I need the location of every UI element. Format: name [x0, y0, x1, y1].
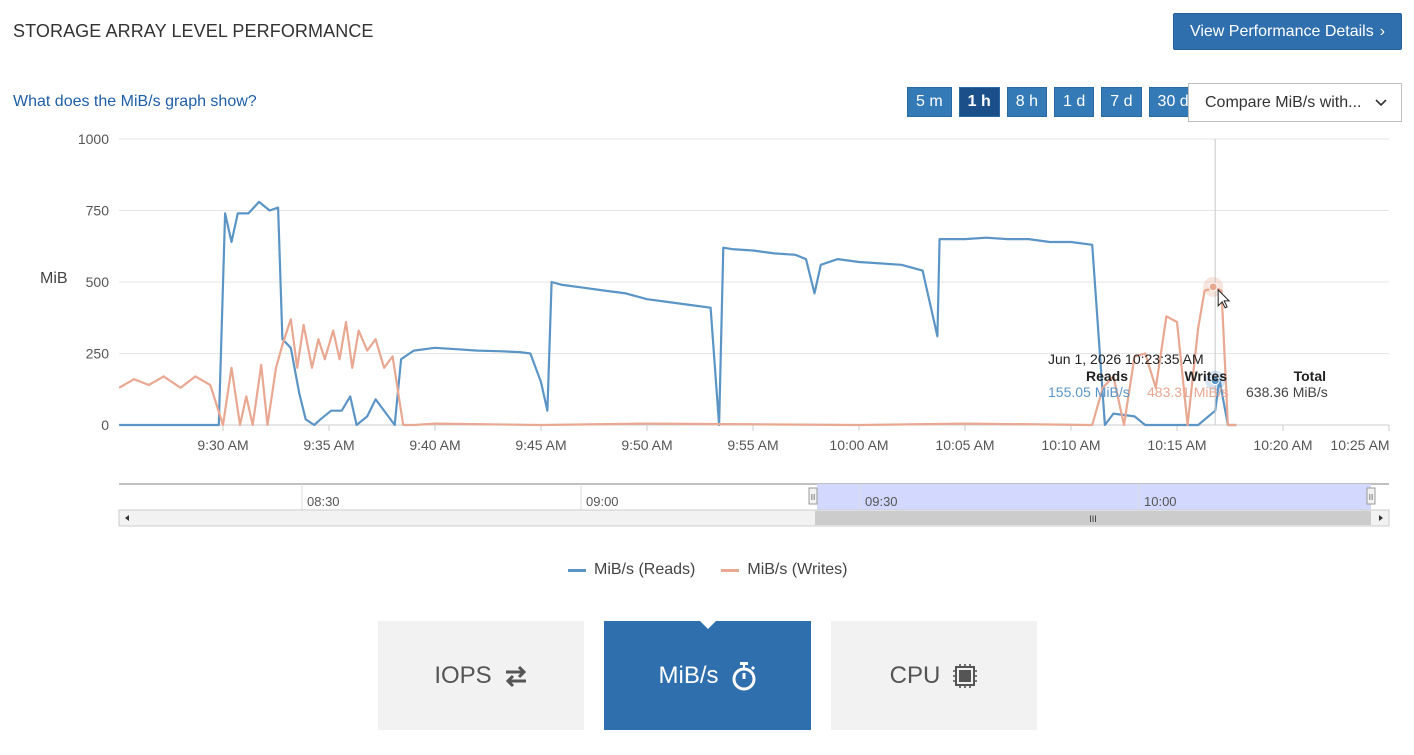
- writes-swatch: [721, 568, 740, 572]
- navigator-tick-label: 09:00: [586, 494, 619, 509]
- tab-label-iops: IOPS: [434, 661, 492, 689]
- chevron-right-icon: ›: [1379, 22, 1386, 40]
- legend-label-writes: MiB/s (Writes): [747, 561, 848, 578]
- page-title: STORAGE ARRAY LEVEL PERFORMANCE: [13, 21, 374, 41]
- reads-swatch: [568, 568, 586, 572]
- range-button-7d[interactable]: 7 d: [1101, 87, 1142, 117]
- y-tick-label: 250: [86, 346, 110, 362]
- transfer-arrows-icon: [504, 664, 528, 688]
- navigator-handle-grip: II: [811, 493, 815, 502]
- navigator-tick-label: 08:30: [307, 494, 340, 509]
- navigator-tick-label: 10:00: [1144, 494, 1177, 509]
- navigator-selected-range[interactable]: [817, 484, 1371, 510]
- legend-item-writes[interactable]: MiB/s (Writes): [721, 561, 848, 579]
- stopwatch-icon: [731, 661, 757, 691]
- y-axis-label: MiB: [40, 270, 68, 287]
- tab-label-cpu: CPU: [889, 661, 941, 689]
- mouse-cursor-icon: [1217, 288, 1231, 309]
- tab-iops[interactable]: IOPS: [378, 621, 584, 730]
- mibs-performance-chart: 1000 750 500 250 0 MiB 9:30 AM 9:35 AM 9:40 AM 9:…: [40, 131, 1390, 527]
- x-tick-label: 10:15 AM: [1147, 437, 1206, 453]
- tooltip-header: Writes: [1184, 368, 1227, 384]
- x-tick-label: 9:40 AM: [409, 437, 460, 453]
- tab-cpu[interactable]: CPU: [831, 621, 1037, 730]
- range-button-8h[interactable]: 8 h: [1006, 87, 1048, 117]
- x-tick-label: 9:50 AM: [621, 437, 672, 453]
- legend-label-reads: MiB/s (Reads): [594, 561, 696, 578]
- x-tick-label: 9:30 AM: [197, 437, 248, 453]
- x-tick-label: 9:55 AM: [727, 437, 778, 453]
- chart-legend: MiB/s (Reads) MiB/s (Writes): [568, 561, 848, 579]
- y-tick-label: 500: [86, 274, 110, 290]
- x-tick-label: 10:25 AM: [1330, 437, 1389, 453]
- writes-hover-point: [1208, 282, 1218, 292]
- range-button-5m[interactable]: 5 m: [907, 87, 952, 117]
- x-tick-label: 9:45 AM: [515, 437, 566, 453]
- x-tick-label: 9:35 AM: [303, 437, 354, 453]
- x-tick-label: 10:20 AM: [1253, 437, 1312, 453]
- range-button-1h[interactable]: 1 h: [958, 87, 1000, 117]
- navigator-tick-label: 09:30: [865, 494, 898, 509]
- legend-item-reads[interactable]: MiB/s (Reads): [568, 561, 695, 579]
- tooltip-total-value: 638.36 MiB/s: [1246, 384, 1328, 400]
- navigator-handle-grip: II: [1369, 493, 1373, 502]
- y-tick-label: 750: [86, 203, 110, 219]
- compare-select-value: Compare MiB/s with...: [1205, 93, 1362, 111]
- metric-tabs: IOPS MiB/s CPU: [378, 621, 1037, 730]
- y-tick-label: 1000: [78, 131, 109, 147]
- tab-label-mibs: MiB/s: [658, 661, 719, 689]
- y-tick-label: 0: [101, 417, 109, 433]
- tab-mibs[interactable]: MiB/s: [604, 621, 811, 730]
- tooltip-reads-value: 155.05 MiB/s: [1048, 384, 1130, 400]
- x-tick-label: 10:00 AM: [829, 437, 888, 453]
- chip-icon: [952, 663, 978, 689]
- tooltip-writes-value: 483.31 MiB/s: [1147, 384, 1229, 400]
- scrollbar-grip: III: [1089, 514, 1097, 524]
- tooltip-header: Reads: [1086, 368, 1128, 384]
- details-button-label: View Performance Details: [1189, 22, 1374, 40]
- chevron-down-icon: [1375, 94, 1387, 112]
- time-range-selector: 5 m 1 h 8 h 1 d 7 d 30 d: [907, 87, 1198, 117]
- tooltip-timestamp: Jun 1, 2026 10:23:35 AM: [1048, 351, 1204, 367]
- x-tick-label: 10:10 AM: [1041, 437, 1100, 453]
- range-button-1d[interactable]: 1 d: [1054, 87, 1095, 117]
- x-tick-label: 10:05 AM: [935, 437, 994, 453]
- tooltip-header: Total: [1294, 368, 1326, 384]
- graph-help-link[interactable]: What does the MiB/s graph show?: [13, 93, 257, 111]
- compare-select[interactable]: Compare MiB/s with...: [1188, 83, 1402, 122]
- view-performance-details-button[interactable]: View Performance Details ›: [1173, 13, 1402, 50]
